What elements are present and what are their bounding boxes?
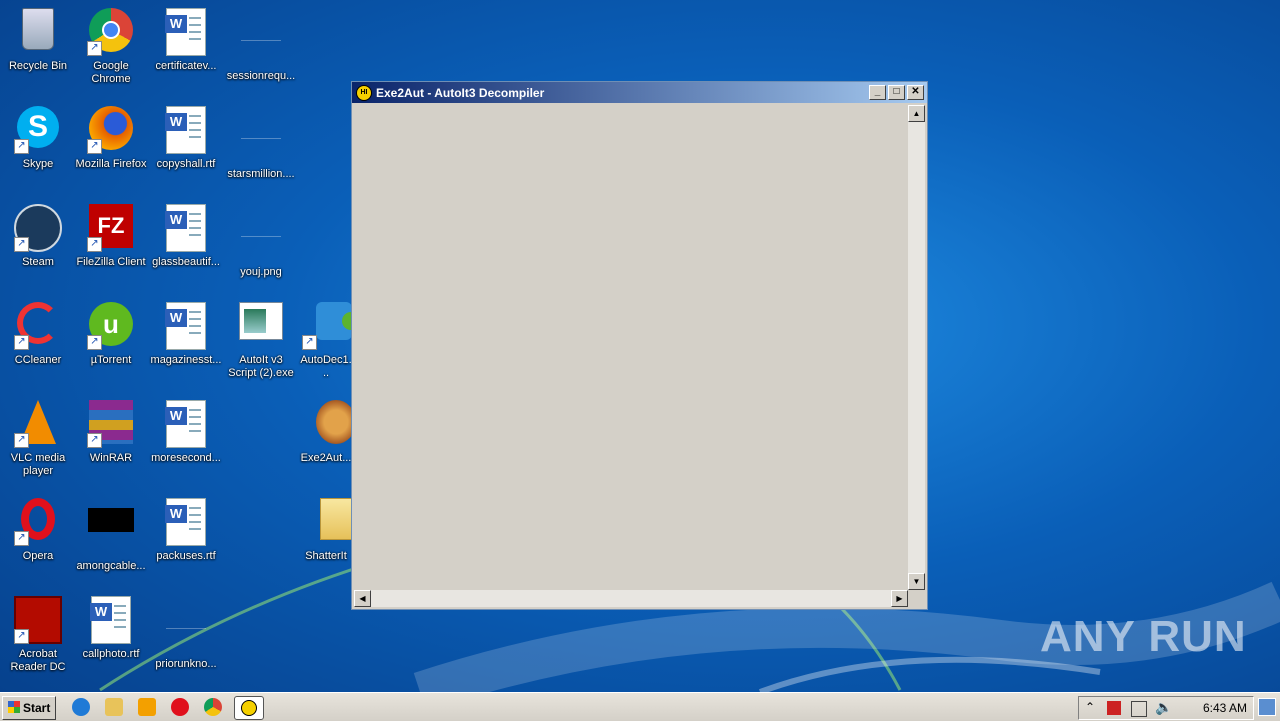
start-button[interactable]: Start	[2, 696, 56, 720]
firefox-icon: ↗	[87, 106, 135, 154]
volume-icon[interactable]: 🔈	[1155, 699, 1172, 716]
word-document-icon: W	[162, 498, 210, 546]
recycle-bin-icon	[14, 8, 62, 56]
start-label: Start	[23, 701, 51, 715]
desktop-icon-copyshall[interactable]: W copyshall.rtf	[148, 100, 224, 171]
close-button[interactable]: ✕	[907, 85, 924, 100]
exe2aut-app-icon: HI	[356, 84, 372, 101]
word-document-icon: W	[162, 302, 210, 350]
desktop-icon-youj[interactable]: youj.png	[223, 198, 299, 279]
word-document-icon: W	[162, 204, 210, 252]
blank-file-icon	[162, 606, 210, 654]
word-document-icon: W	[162, 106, 210, 154]
word-document-icon: W	[162, 8, 210, 56]
file-explorer-icon[interactable]	[105, 698, 123, 716]
desktop-icon-exe2aut[interactable]: Exe2Aut...	[298, 394, 354, 465]
exe2aut-icon	[302, 400, 354, 448]
word-document-icon: W	[162, 400, 210, 448]
exe2aut-window[interactable]: HI Exe2Aut - AutoIt3 Decompiler _ □ ✕ ▲ …	[351, 81, 928, 610]
desktop-icon-acrobat[interactable]: ↗ Acrobat Reader DC	[0, 590, 76, 674]
anyrun-watermark: ANY RUN	[1040, 612, 1247, 661]
scroll-up-button[interactable]: ▲	[908, 105, 925, 122]
scroll-right-button[interactable]: ▶	[891, 590, 908, 607]
blank-file-icon	[237, 214, 285, 262]
desktop-icon-firefox[interactable]: ↗ Mozilla Firefox	[73, 100, 149, 171]
word-document-icon: W	[87, 596, 135, 644]
chrome-icon: ↗	[87, 8, 135, 56]
windows-logo-icon	[7, 701, 20, 713]
scroll-down-button[interactable]: ▼	[908, 573, 925, 590]
opera-taskbar-icon[interactable]	[171, 698, 189, 716]
blank-file-icon	[237, 116, 285, 164]
chrome-taskbar-icon[interactable]	[204, 698, 222, 716]
desktop-icon-packuses[interactable]: W packuses.rtf	[148, 492, 224, 563]
opera-icon: ↗	[14, 498, 62, 546]
desktop-icon-sessionrequ[interactable]: sessionrequ...	[223, 2, 299, 83]
internet-explorer-icon[interactable]	[72, 698, 90, 716]
desktop-icon-certificatev[interactable]: W certificatev...	[148, 2, 224, 73]
desktop-icon-ccleaner[interactable]: ↗ CCleaner	[0, 296, 76, 367]
vlc-cone-icon: ↗	[14, 400, 62, 448]
action-center-icon[interactable]	[1107, 701, 1121, 715]
desktop-icon-amongcable[interactable]: amongcable...	[73, 492, 149, 573]
ccleaner-icon: ↗	[14, 302, 62, 350]
desktop-icon-opera[interactable]: ↗ Opera	[0, 492, 76, 563]
desktop-icon-chrome[interactable]: ↗ Google Chrome	[73, 2, 149, 86]
show-hidden-icons-icon[interactable]: ⌃	[1085, 700, 1095, 714]
desktop-icon-autodec[interactable]: ↗ AutoDec1...	[298, 296, 354, 380]
desktop-icon-magazinesst[interactable]: W magazinesst...	[148, 296, 224, 367]
taskbar: Start ⌃ 🔈 6:43 AM	[0, 692, 1280, 721]
autoit-script-icon	[237, 302, 285, 350]
clock[interactable]: 6:43 AM	[1203, 697, 1247, 719]
media-player-icon[interactable]	[138, 698, 156, 716]
steam-icon: ↗	[14, 204, 62, 252]
window-titlebar[interactable]: HI Exe2Aut - AutoIt3 Decompiler _ □ ✕	[352, 82, 927, 103]
window-title: Exe2Aut - AutoIt3 Decompiler	[376, 85, 545, 100]
desktop-icon-priorunkno[interactable]: priorunkno...	[148, 590, 224, 671]
desktop-icon-vlc[interactable]: ↗ VLC media player	[0, 394, 76, 478]
skype-icon: S ↗	[14, 106, 62, 154]
vertical-scrollbar[interactable]: ▲ ▼	[908, 105, 925, 590]
maximize-button[interactable]: □	[888, 85, 905, 100]
desktop-icon-callphoto[interactable]: W callphoto.rtf	[73, 590, 149, 661]
network-icon[interactable]	[1131, 701, 1147, 717]
desktop-icon-shatterit[interactable]: ShatterIt	[298, 492, 354, 563]
winrar-icon: ↗	[87, 400, 135, 448]
minimize-button[interactable]: _	[869, 85, 886, 100]
desktop-icon-filezilla[interactable]: FZ ↗ FileZilla Client	[73, 198, 149, 269]
desktop-icon-glassbeautif[interactable]: W glassbeautif...	[148, 198, 224, 269]
exe2aut-taskbar-icon	[241, 700, 257, 716]
image-file-icon	[87, 508, 135, 556]
window-client-area[interactable]: ▲ ▼ ◀ ▶	[354, 105, 925, 607]
show-desktop-button[interactable]	[1258, 698, 1276, 716]
filezilla-icon: FZ ↗	[87, 204, 135, 252]
system-tray: ⌃ 🔈 6:43 AM	[1078, 696, 1254, 720]
blank-file-icon	[237, 18, 285, 66]
exe2aut-taskbar-button[interactable]	[234, 696, 264, 720]
desktop-icon-utorrent[interactable]: u ↗ µTorrent	[73, 296, 149, 367]
desktop-icon-recycle-bin[interactable]: Recycle Bin	[0, 2, 76, 73]
utorrent-icon: u ↗	[87, 302, 135, 350]
puzzle-icon: ↗	[302, 302, 354, 350]
desktop-icon-skype[interactable]: S ↗ Skype	[0, 100, 76, 171]
desktop-icon-moresecond[interactable]: W moresecond...	[148, 394, 224, 465]
desktop-icon-autoit-script[interactable]: AutoIt v3 Script (2).exe	[223, 296, 299, 380]
desktop-icon-steam[interactable]: ↗ Steam	[0, 198, 76, 269]
folder-icon	[302, 498, 354, 546]
scroll-left-button[interactable]: ◀	[354, 590, 371, 607]
desktop-icon-winrar[interactable]: ↗ WinRAR	[73, 394, 149, 465]
horizontal-scrollbar[interactable]: ◀ ▶	[354, 590, 908, 607]
desktop-icon-starsmillion[interactable]: starsmillion....	[223, 100, 299, 181]
acrobat-icon: ↗	[14, 596, 62, 644]
